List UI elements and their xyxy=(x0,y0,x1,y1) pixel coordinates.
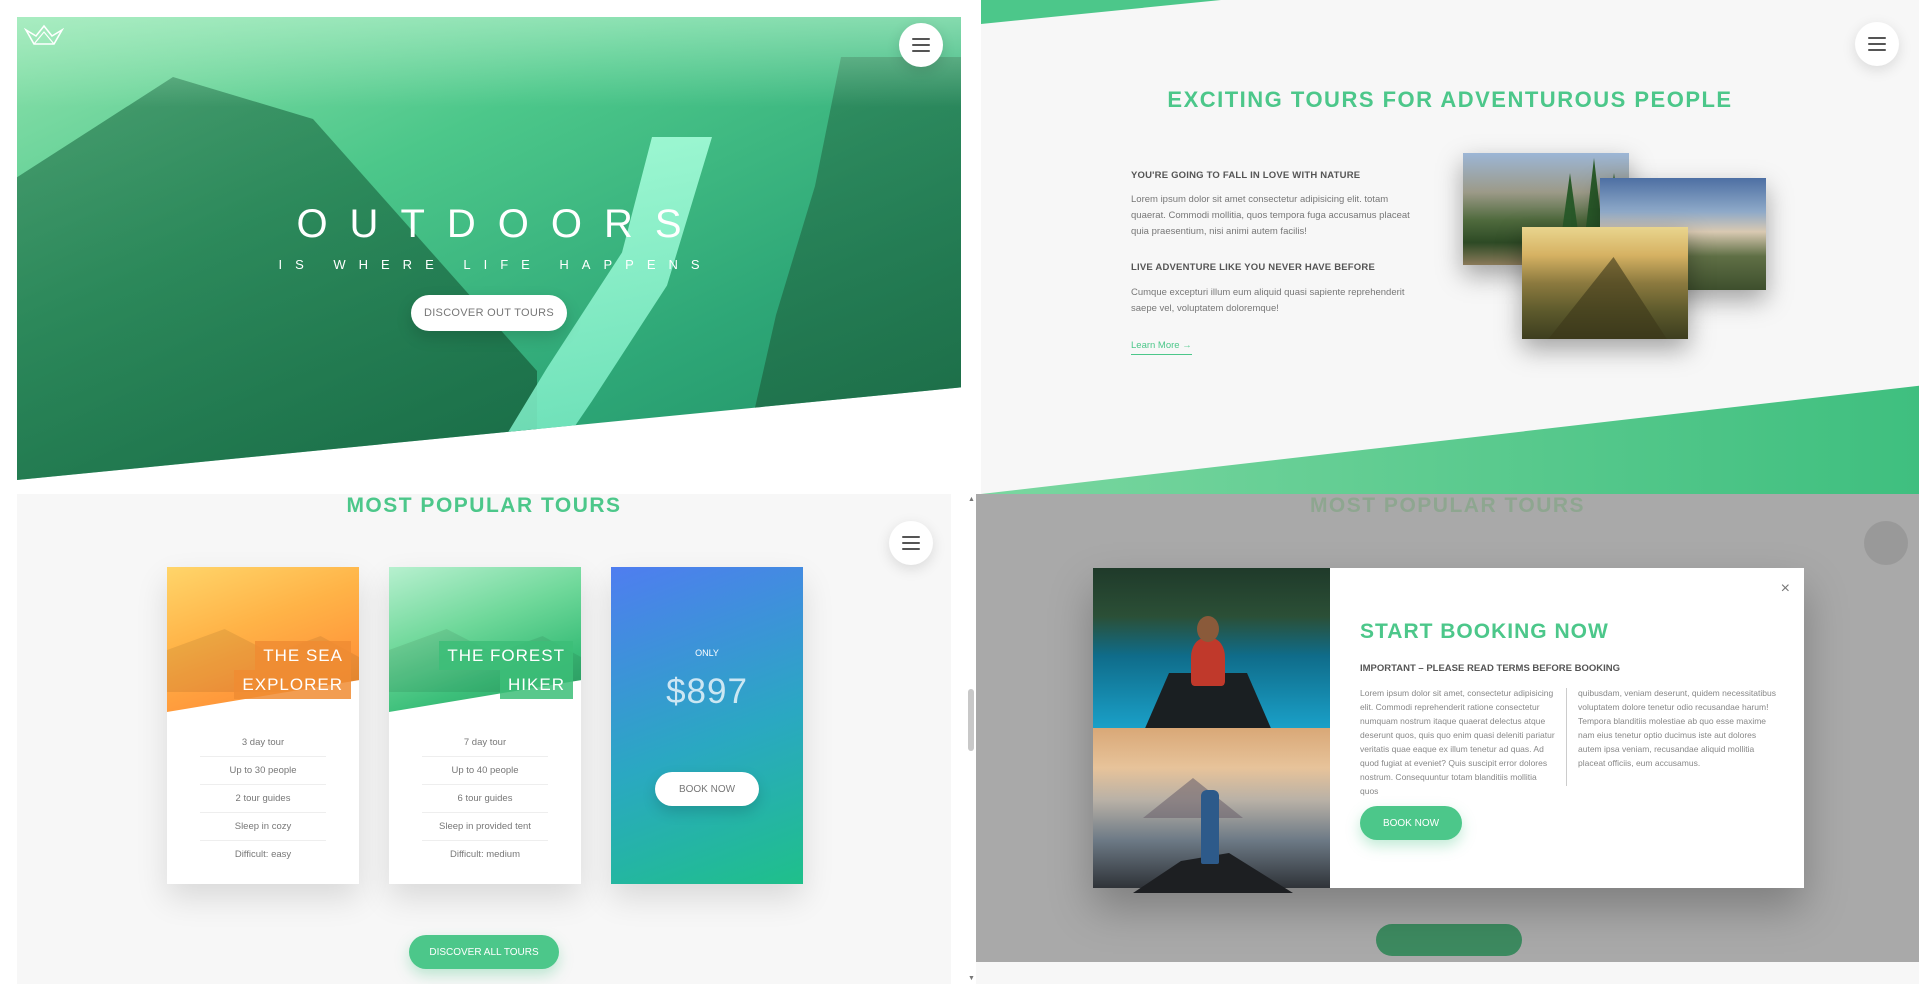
modal-title: START BOOKING NOW xyxy=(1360,620,1609,643)
scrollbar-thumb[interactable] xyxy=(968,689,974,751)
composition-photo-3[interactable] xyxy=(1522,227,1688,339)
about-heading-2: LIVE ADVENTURE LIKE YOU NEVER HAVE BEFOR… xyxy=(1131,262,1375,273)
head-shape xyxy=(1197,616,1219,642)
tour-card-title: THE SEA EXPLORER xyxy=(234,641,351,699)
modal-text-column-1: Lorem ipsum dolor sit amet, consectetur … xyxy=(1360,688,1555,796)
hero-section: OUTDOORS IS WHERE LIFE HAPPENS DISCOVER … xyxy=(0,0,976,494)
about-paragraph-1: Lorem ipsum dolor sit amet consectetur a… xyxy=(1131,194,1410,237)
scroll-up-arrow-icon[interactable]: ▲ xyxy=(968,496,975,503)
modal-photo-canoe xyxy=(1093,568,1330,733)
ridge-shape xyxy=(1542,257,1672,339)
about-title: EXCITING TOURS FOR ADVENTUROUS PEOPLE xyxy=(1167,87,1733,112)
about-section: EXCITING TOURS FOR ADVENTUROUS PEOPLE YO… xyxy=(981,0,1919,494)
tour-details-list: 7 day tour Up to 40 people 6 tour guides… xyxy=(389,729,581,869)
list-item: Sleep in cozy xyxy=(200,813,326,841)
tour-price-card: ONLY $897 BOOK NOW xyxy=(611,567,803,884)
about-heading-1: YOU'RE GOING TO FALL IN LOVE WITH NATURE xyxy=(1131,170,1361,181)
modal-book-now-button[interactable]: BOOK NOW xyxy=(1360,806,1462,840)
mountain-shape xyxy=(17,77,537,480)
person-shape xyxy=(1191,638,1225,686)
sky-haze xyxy=(17,17,961,107)
column-divider xyxy=(1566,688,1567,786)
peak-shape xyxy=(1143,778,1243,818)
modal-text-column-2: quibusdam, veniam deserunt, quidem neces… xyxy=(1578,688,1776,768)
tour-card-sea[interactable]: THE SEA EXPLORER 3 day tour Up to 30 peo… xyxy=(167,567,359,884)
list-item: Up to 30 people xyxy=(200,757,326,785)
list-item: 6 tour guides xyxy=(422,785,548,813)
price-value: $897 xyxy=(666,672,748,711)
discover-all-tours-button[interactable]: DISCOVER ALL TOURS xyxy=(409,935,559,969)
hamburger-icon-line xyxy=(902,536,920,538)
hamburger-icon-line xyxy=(912,44,930,46)
hamburger-menu-button[interactable] xyxy=(1855,22,1899,66)
tour-card-title: THE FOREST HIKER xyxy=(439,641,573,699)
list-item: Up to 40 people xyxy=(422,757,548,785)
booking-modal: × START BOOKING NOW IMPORTANT – PLEASE R… xyxy=(1093,568,1804,893)
hero-subtitle: IS WHERE LIFE HAPPENS xyxy=(278,257,713,272)
hamburger-icon-line xyxy=(1868,49,1886,51)
modal-photo-hiker xyxy=(1093,728,1330,893)
tour-details-list: 3 day tour Up to 30 people 2 tour guides… xyxy=(167,729,359,869)
tours-title: MOST POPULAR TOURS xyxy=(346,494,622,517)
list-item: 7 day tour xyxy=(422,729,548,757)
close-icon[interactable]: × xyxy=(1781,580,1790,598)
hero-image: OUTDOORS IS WHERE LIFE HAPPENS DISCOVER … xyxy=(17,17,961,480)
hamburger-menu-button-dimmed xyxy=(1864,521,1908,565)
learn-more-link[interactable]: Learn More → xyxy=(1131,340,1192,355)
list-item: Difficult: easy xyxy=(234,849,292,860)
tours-title-dimmed: MOST POPULAR TOURS xyxy=(1309,494,1586,517)
list-item: 2 tour guides xyxy=(200,785,326,813)
discover-all-button-dimmed xyxy=(1376,924,1522,956)
booking-popup-section: MOST POPULAR TOURS × START BOOKING NOW I… xyxy=(976,494,1919,984)
price-only-label: ONLY xyxy=(695,648,719,658)
scroll-down-arrow-icon[interactable]: ▼ xyxy=(968,975,975,982)
tour-card-title-line: HIKER xyxy=(500,670,573,699)
book-now-button[interactable]: BOOK NOW xyxy=(655,772,759,806)
tour-card-title-line: THE SEA xyxy=(255,641,351,670)
list-item: Difficult: medium xyxy=(449,849,521,860)
hamburger-icon-line xyxy=(902,542,920,544)
hamburger-icon-line xyxy=(912,38,930,40)
scrollbar[interactable]: ▲ ▼ xyxy=(966,494,976,984)
about-paragraph-2: Cumque excepturi illum eum aliquid quasi… xyxy=(1131,287,1405,314)
hamburger-icon-line xyxy=(1868,43,1886,45)
hamburger-menu-button[interactable] xyxy=(899,23,943,67)
tour-card-forest[interactable]: THE FOREST HIKER 7 day tour Up to 40 peo… xyxy=(389,567,581,884)
top-slant-decoration xyxy=(981,0,1221,24)
hamburger-icon-line xyxy=(912,50,930,52)
list-item: 3 day tour xyxy=(200,729,326,757)
discover-tours-button[interactable]: DISCOVER OUT TOURS xyxy=(411,295,567,331)
crown-icon[interactable] xyxy=(24,24,64,48)
tour-card-title-line: EXPLORER xyxy=(234,670,351,699)
hamburger-icon-line xyxy=(902,548,920,550)
tours-section: MOST POPULAR TOURS THE SEA EXPLORER 3 da… xyxy=(0,494,976,984)
hamburger-menu-button[interactable] xyxy=(889,521,933,565)
hamburger-icon-line xyxy=(1868,37,1886,39)
list-item: Sleep in provided tent xyxy=(422,813,548,841)
modal-subtitle: IMPORTANT – PLEASE READ TERMS BEFORE BOO… xyxy=(1360,663,1621,674)
tour-card-title-line: THE FOREST xyxy=(439,641,573,670)
hiker-shape xyxy=(1201,790,1219,864)
hero-title: OUTDOORS xyxy=(296,202,704,246)
bottom-slant-decoration xyxy=(981,385,1919,494)
